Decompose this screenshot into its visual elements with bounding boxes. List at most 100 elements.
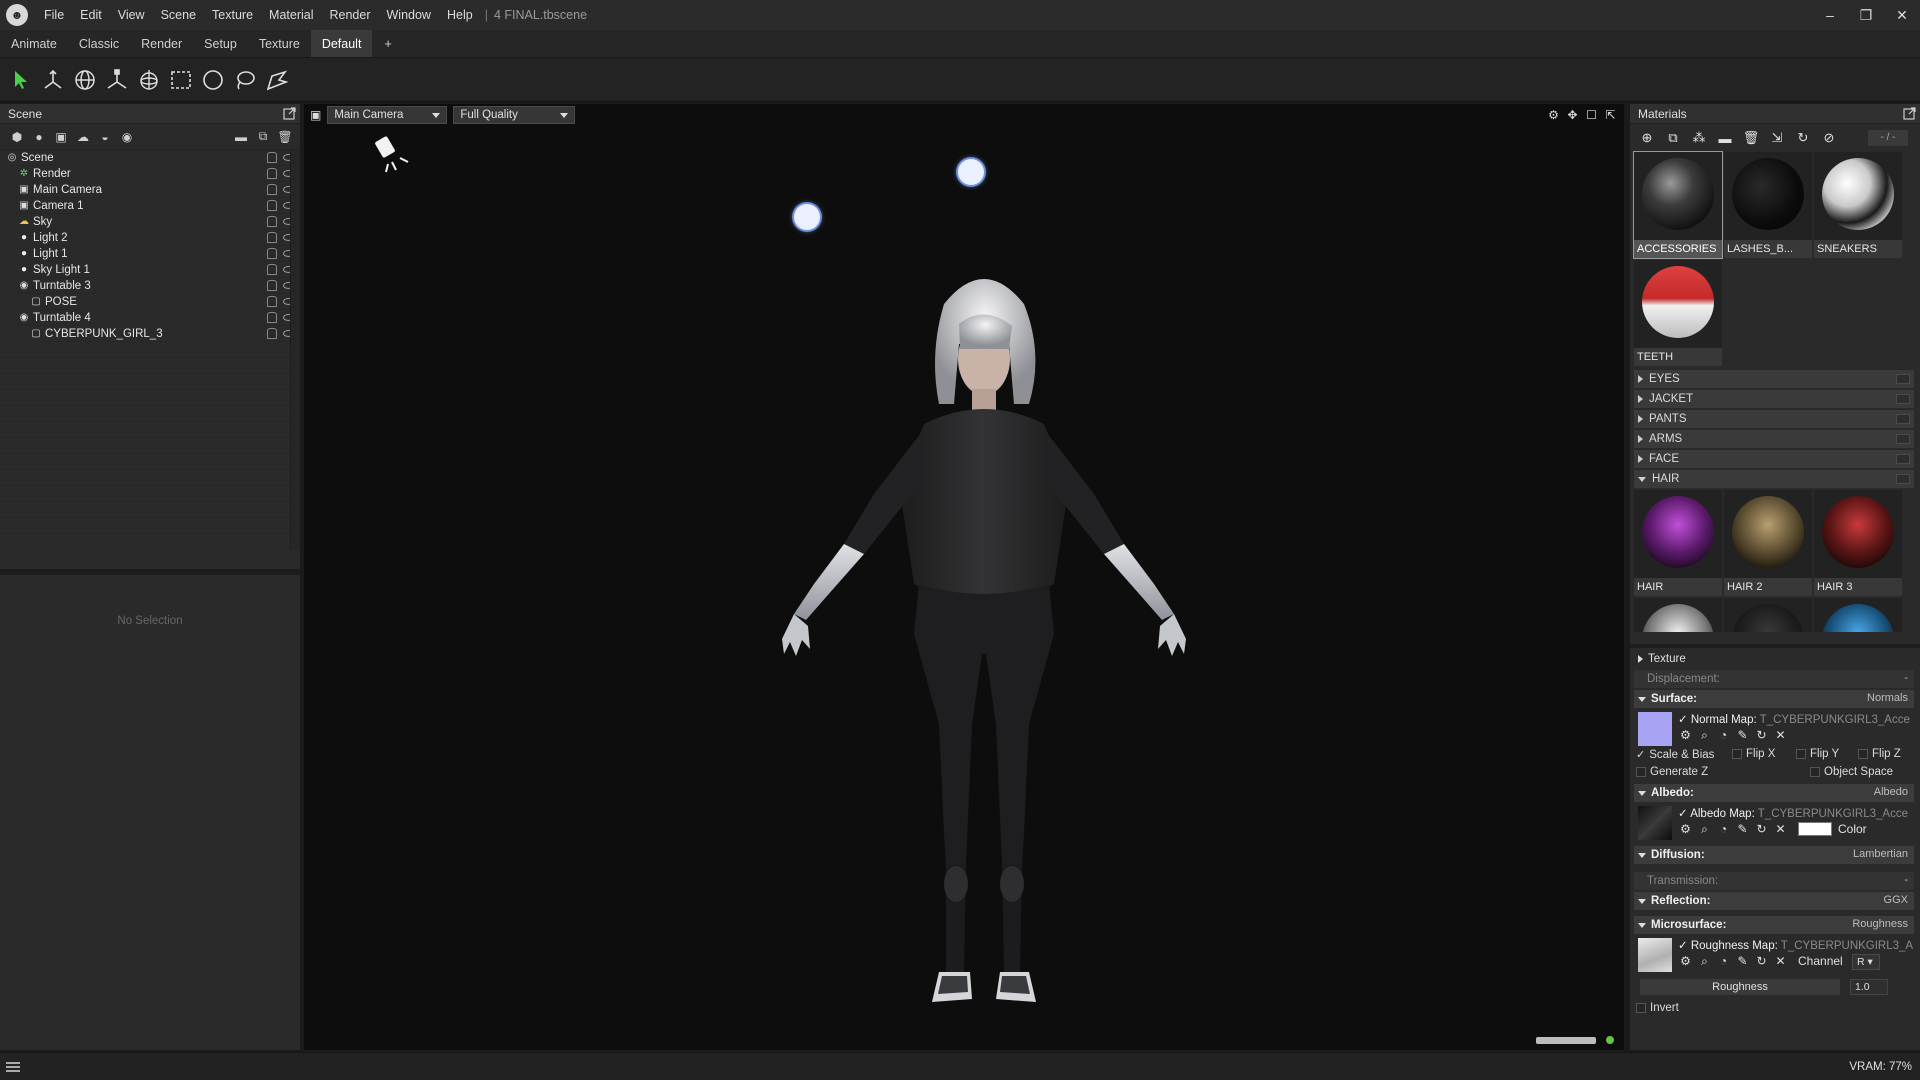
tab-texture[interactable]: Texture [248, 30, 311, 57]
duplicate-material-icon[interactable]: ⧉ [1660, 127, 1686, 149]
menu-help[interactable]: Help [439, 0, 481, 30]
reload-icon[interactable]: ↻ [1754, 954, 1769, 969]
lock-icon[interactable] [267, 216, 277, 227]
texture-section[interactable]: Texture [1634, 650, 1914, 668]
camera-select[interactable]: Main Camera [327, 106, 448, 124]
group-swatch[interactable] [1896, 414, 1910, 424]
lock-icon[interactable] [267, 296, 277, 307]
group-swatch[interactable] [1896, 434, 1910, 444]
menu-edit[interactable]: Edit [72, 0, 110, 30]
material-tile[interactable]: HAIR 2 [1724, 490, 1812, 596]
generate-z-checkbox[interactable] [1636, 767, 1646, 777]
scene-tree-item[interactable]: ▣ Camera 1 [0, 198, 300, 214]
material-tile[interactable] [1634, 598, 1722, 632]
view-icon[interactable]: ◔ [1716, 822, 1731, 837]
reflection-row[interactable]: Reflection: GGX [1634, 892, 1914, 910]
spotlight-gizmo-icon[interactable] [374, 134, 414, 178]
maximize-button[interactable]: ❐ [1848, 0, 1884, 30]
material-tile[interactable]: HAIR 3 [1814, 490, 1902, 596]
albedo-map-thumbnail[interactable] [1638, 806, 1672, 840]
transmission-row[interactable]: Transmission: - [1634, 872, 1914, 890]
apply-icon[interactable]: ⊘ [1816, 127, 1842, 149]
add-material-icon[interactable]: ⊕ [1634, 127, 1660, 149]
edit-icon[interactable]: ✎ [1735, 954, 1750, 969]
select-tool-icon[interactable] [6, 65, 36, 95]
lock-icon[interactable] [267, 264, 277, 275]
material-grid-icon[interactable]: ⁂ [1686, 127, 1712, 149]
gear-icon[interactable]: ⚙ [1678, 728, 1693, 743]
scene-tree-item[interactable]: ◉ Turntable 3 [0, 278, 300, 294]
scene-tree-item[interactable]: ▣ Main Camera [0, 182, 300, 198]
flip-x-checkbox[interactable] [1732, 749, 1742, 759]
flip-y-checkbox[interactable] [1796, 749, 1806, 759]
surface-row[interactable]: Surface: Normals [1634, 690, 1914, 708]
popout-icon[interactable]: ⇱ [1603, 107, 1618, 122]
scene-tree-item[interactable]: ● Sky Light 1 [0, 262, 300, 278]
material-tile[interactable] [1724, 598, 1812, 632]
flip-x-option[interactable]: Flip X [1732, 748, 1775, 760]
scene-tree-item[interactable]: ✲ Render [0, 166, 300, 182]
close-icon[interactable]: ✕ [1773, 954, 1788, 969]
material-tile[interactable]: TEETH [1634, 260, 1722, 366]
material-group[interactable]: ARMS [1634, 430, 1914, 448]
object-space-checkbox[interactable] [1810, 767, 1820, 777]
hamburger-menu-icon[interactable] [6, 1061, 20, 1072]
group-swatch[interactable] [1896, 374, 1910, 384]
roughness-slider[interactable]: Roughness [1640, 979, 1840, 995]
generate-z-option[interactable]: Generate Z [1636, 766, 1708, 778]
scene-tree-item[interactable]: ☁ Sky [0, 214, 300, 230]
invert-checkbox[interactable] [1636, 1003, 1646, 1013]
add-shadow-catcher-icon[interactable]: ◒ [94, 127, 116, 147]
material-group[interactable]: HAIR [1634, 470, 1914, 488]
light-gizmo-1[interactable] [794, 204, 820, 230]
popout-icon[interactable] [283, 107, 296, 120]
lock-icon[interactable] [267, 312, 277, 323]
material-group[interactable]: PANTS [1634, 410, 1914, 428]
viewport[interactable]: ▣ Main Camera Full Quality ⚙ ✥ ☐ ⇱ [304, 104, 1624, 1050]
duplicate-icon[interactable]: ⧉ [252, 127, 274, 147]
scene-tree-item[interactable]: ▢ CYBERPUNK_GIRL_3 [0, 326, 300, 342]
popout-icon[interactable] [1903, 107, 1916, 120]
edit-icon[interactable]: ✎ [1735, 728, 1750, 743]
add-turntable-icon[interactable]: ◉ [116, 127, 138, 147]
menu-scene[interactable]: Scene [153, 0, 204, 30]
close-icon[interactable]: ✕ [1773, 728, 1788, 743]
scene-tree-item[interactable]: ▢ POSE [0, 294, 300, 310]
move-tool-icon[interactable] [38, 65, 68, 95]
tab-default[interactable]: Default [310, 30, 373, 57]
rotate-tool-icon[interactable] [70, 65, 100, 95]
scale-tool-icon[interactable] [102, 65, 132, 95]
character-model[interactable] [724, 254, 1244, 1014]
flip-y-option[interactable]: Flip Y [1796, 748, 1839, 760]
rect-select-tool-icon[interactable] [166, 65, 196, 95]
search-icon[interactable]: ⌕ [1697, 728, 1712, 743]
scene-scrollbar[interactable] [290, 150, 300, 550]
tab-animate[interactable]: Animate [0, 30, 68, 57]
lock-icon[interactable] [267, 328, 277, 339]
gear-icon[interactable]: ⚙ [1678, 822, 1693, 837]
roughness-map-thumbnail[interactable] [1638, 938, 1672, 972]
material-group[interactable]: EYES [1634, 370, 1914, 388]
pan-icon[interactable]: ✥ [1565, 107, 1580, 122]
trash-icon[interactable]: 🗑 [1738, 127, 1764, 149]
add-camera-icon[interactable]: ▣ [50, 127, 72, 147]
material-tile[interactable]: HAIR [1634, 490, 1722, 596]
material-tile[interactable]: LASHES_B... [1724, 152, 1812, 258]
menu-material[interactable]: Material [261, 0, 321, 30]
lock-icon[interactable] [267, 168, 277, 179]
search-icon[interactable]: ⌕ [1697, 954, 1712, 969]
add-light-icon[interactable]: ● [28, 127, 50, 147]
material-tile[interactable] [1814, 598, 1902, 632]
add-mesh-icon[interactable]: ⬢ [6, 127, 28, 147]
lock-icon[interactable] [267, 280, 277, 291]
menu-window[interactable]: Window [379, 0, 439, 30]
scene-tree-item[interactable]: ◉ Turntable 4 [0, 310, 300, 326]
reload-icon[interactable]: ↻ [1754, 728, 1769, 743]
flip-z-option[interactable]: Flip Z [1858, 748, 1901, 760]
flip-z-checkbox[interactable] [1858, 749, 1868, 759]
diffusion-row[interactable]: Diffusion: Lambertian [1634, 846, 1914, 864]
scene-tree-item[interactable]: ● Light 1 [0, 246, 300, 262]
folder-icon[interactable]: ▬ [230, 127, 252, 147]
view-icon[interactable]: ◔ [1716, 728, 1731, 743]
roughness-value-field[interactable]: 1.0 [1850, 979, 1888, 995]
